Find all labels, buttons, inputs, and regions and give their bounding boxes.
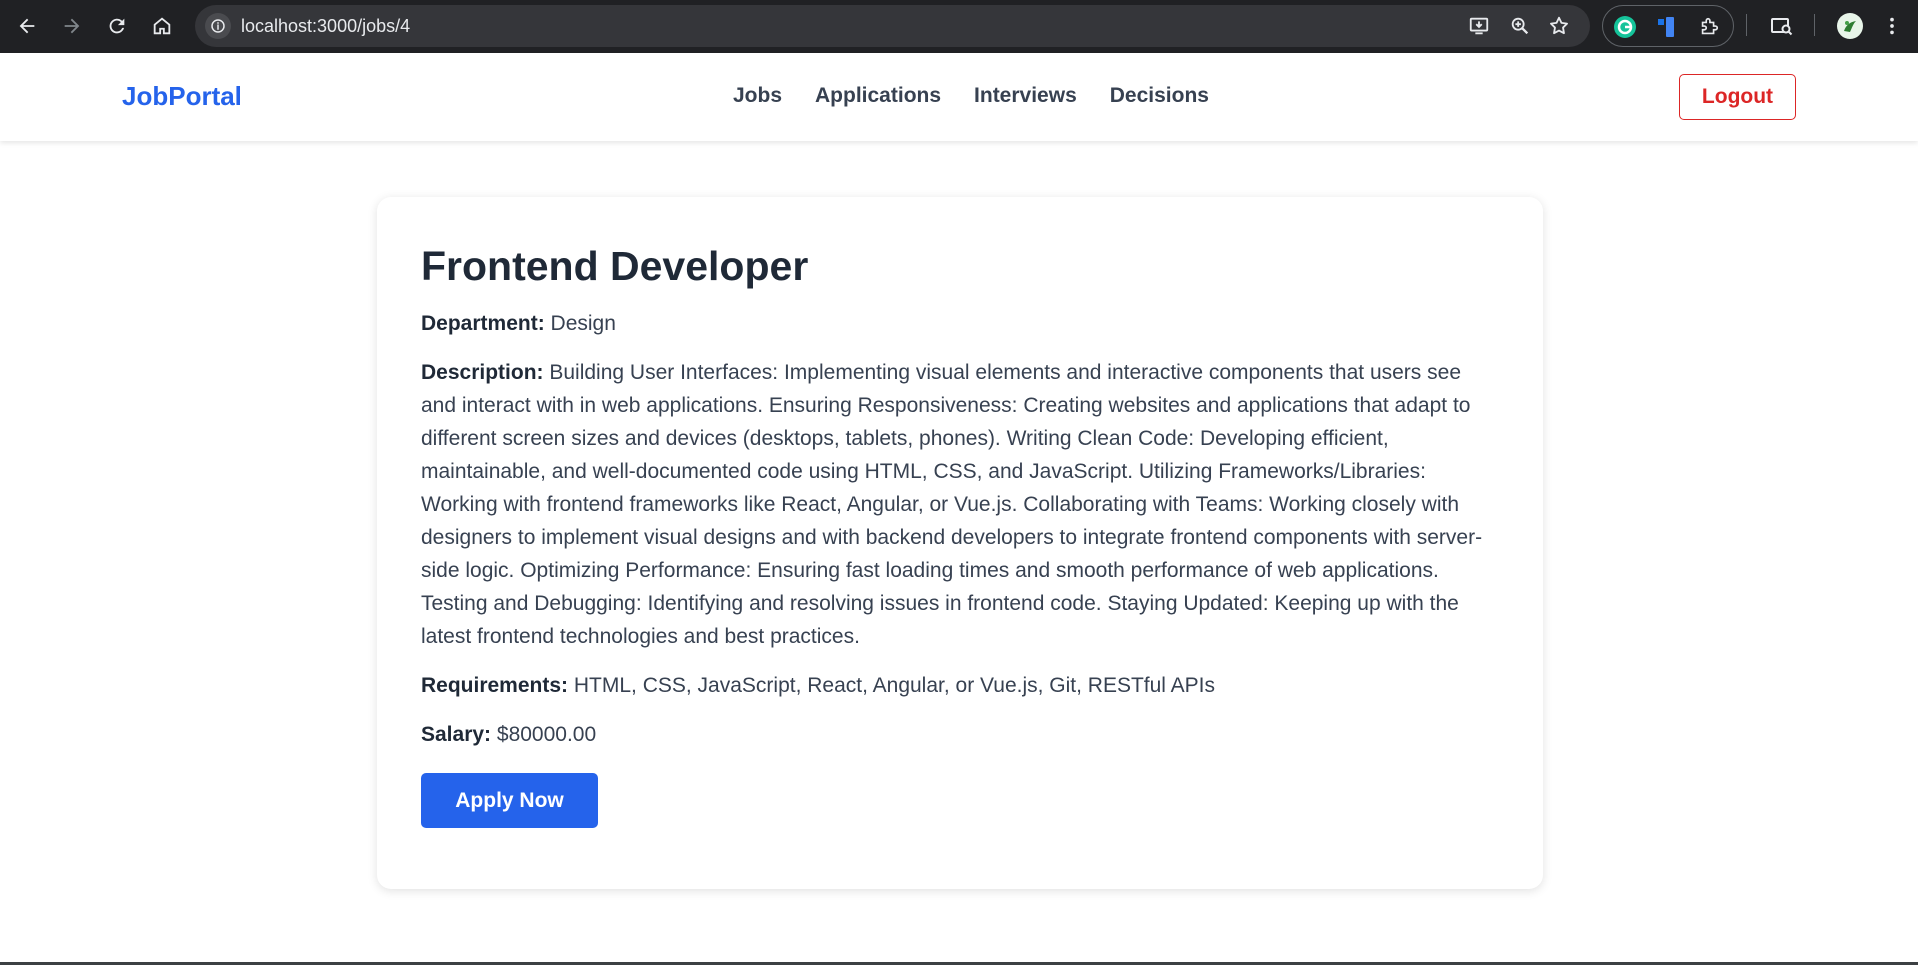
extension-icon[interactable] (1655, 15, 1679, 39)
brand-logo[interactable]: JobPortal (122, 81, 242, 112)
nav-links: Jobs Applications Interviews Decisions (733, 84, 1209, 108)
job-requirements: Requirements: HTML, CSS, JavaScript, Rea… (421, 669, 1499, 702)
zoom-icon[interactable] (1508, 14, 1532, 38)
site-info-icon[interactable] (205, 13, 231, 39)
logout-button[interactable]: Logout (1679, 74, 1796, 120)
grammarly-icon[interactable] (1613, 15, 1637, 39)
job-title: Frontend Developer (421, 243, 809, 289)
toolbar-divider (1746, 14, 1747, 36)
salary-label: Salary: (421, 723, 492, 746)
forward-icon[interactable] (54, 8, 90, 44)
nav-link-applications[interactable]: Applications (815, 84, 941, 108)
back-icon[interactable] (9, 8, 45, 44)
requirements-value: HTML, CSS, JavaScript, React, Angular, o… (573, 674, 1216, 697)
department-label: Department: (421, 312, 545, 335)
description-value: Building User Interfaces: Implementing v… (421, 361, 1483, 648)
toolbar-divider (1814, 14, 1815, 36)
profile-avatar[interactable] (1836, 12, 1864, 40)
salary-value: $80000.00 (496, 723, 597, 746)
url-text[interactable]: localhost:3000/jobs/4 (241, 16, 410, 37)
extensions-group (1602, 5, 1734, 47)
bookmark-star-icon[interactable] (1547, 14, 1571, 38)
install-app-icon[interactable] (1467, 14, 1491, 38)
menu-kebab-icon[interactable] (1880, 14, 1904, 38)
address-bar[interactable]: localhost:3000/jobs/4 (195, 5, 1590, 47)
job-department: Department: Design (421, 307, 1499, 340)
requirements-label: Requirements: (421, 674, 569, 697)
home-icon[interactable] (144, 8, 180, 44)
nav-link-interviews[interactable]: Interviews (974, 84, 1077, 108)
job-description: Description: Building User Interfaces: I… (421, 356, 1499, 653)
reload-icon[interactable] (99, 8, 135, 44)
apply-now-button[interactable]: Apply Now (421, 773, 598, 828)
app-navbar: JobPortal Jobs Applications Interviews D… (0, 53, 1918, 141)
browser-toolbar: localhost:3000/jobs/4 (0, 0, 1918, 53)
description-label: Description: (421, 361, 544, 384)
job-salary: Salary: $80000.00 (421, 718, 1499, 751)
tab-search-icon[interactable] (1770, 14, 1794, 38)
nav-link-jobs[interactable]: Jobs (733, 84, 782, 108)
department-value: Design (550, 312, 616, 335)
nav-link-decisions[interactable]: Decisions (1110, 84, 1209, 108)
job-detail-card: Frontend Developer Department: Design De… (377, 197, 1543, 889)
puzzle-extensions-icon[interactable] (1697, 15, 1721, 39)
